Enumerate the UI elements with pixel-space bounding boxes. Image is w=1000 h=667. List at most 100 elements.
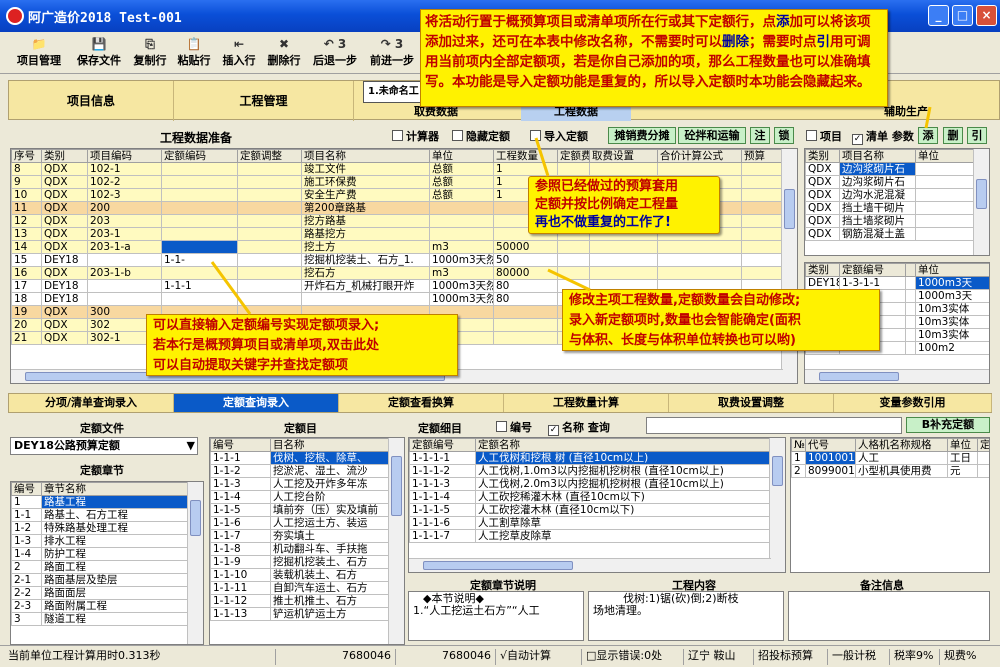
table-cell[interactable]: 102-3	[87, 188, 162, 202]
table-cell[interactable]: DEY18	[805, 276, 840, 290]
table-cell[interactable]: 隧道工程	[41, 612, 190, 626]
table-cell[interactable]: 路基挖方	[301, 227, 430, 241]
table-cell[interactable]: 13	[11, 227, 42, 241]
note-button[interactable]: 注	[750, 127, 770, 144]
table-cell[interactable]	[741, 162, 784, 176]
table-cell[interactable]: 10m3实体	[915, 302, 989, 316]
table-row[interactable]: 14 QDX 203-1-a 挖土方 m3 50000	[11, 240, 784, 254]
table-cell[interactable]: QDX	[805, 201, 840, 215]
table-cell[interactable]: 边沟浆砌片石	[839, 162, 916, 176]
table-cell[interactable]: 2-2	[11, 586, 42, 600]
table-cell[interactable]: 16	[11, 266, 42, 280]
table-cell[interactable]: 1	[791, 451, 806, 465]
redo-button[interactable]: ↷ 3 前进一步	[364, 36, 420, 72]
table-cell[interactable]	[237, 279, 302, 293]
table-row[interactable]: 1-1-1-7 人工挖草皮除草	[409, 529, 772, 543]
tab-variable-ref[interactable]: 变量参数引用	[834, 394, 992, 412]
table-cell[interactable]: 排水工程	[41, 534, 190, 548]
table-row[interactable]: 1-1-10 装载机装土、石方	[210, 568, 391, 582]
table-cell[interactable]: 钢筋混凝土盖	[839, 227, 916, 241]
table-cell[interactable]: 装载机装土、石方	[270, 568, 391, 582]
table-cell[interactable]: 挡土墙浆砌片	[839, 214, 916, 228]
table-cell[interactable]: 1	[11, 495, 42, 509]
table-cell[interactable]	[161, 175, 238, 189]
table-row[interactable]: DEY18 1-3-1-1 1000m3天	[805, 276, 989, 290]
table-cell[interactable]: 12	[11, 214, 42, 228]
table-cell[interactable]: 1-1-1-4	[409, 490, 476, 504]
table-row[interactable]: 15 DEY18 1-1- 挖掘机挖装土、石方_1. 1000m3天然 50	[11, 253, 784, 267]
table-row[interactable]: 2 路面工程	[11, 560, 190, 574]
table-row[interactable]: 8 QDX 102-1 竣工文件 总额 1	[11, 162, 784, 176]
table-cell[interactable]: 1000m3天	[915, 289, 989, 303]
table-cell[interactable]: 80000	[493, 266, 558, 280]
table-cell[interactable]: 2-3	[11, 599, 42, 613]
table-cell[interactable]: 203	[87, 214, 162, 228]
checkbox-checked[interactable]: ✓	[852, 134, 863, 145]
table-cell[interactable]	[429, 227, 494, 241]
quota-detail-scrollbar[interactable]	[769, 438, 785, 572]
table-cell[interactable]: 机动翻斗车、手扶拖	[270, 542, 391, 556]
quota-file-select[interactable]: DEY18公路预算定额 ▼	[10, 437, 198, 455]
tab-engineering-manage[interactable]: 工程管理	[174, 81, 354, 121]
table-cell[interactable]	[915, 201, 976, 215]
table-cell[interactable]: 2	[11, 560, 42, 574]
table-cell[interactable]: 1-2	[11, 521, 42, 535]
table-cell[interactable]: 1-1-1	[161, 279, 238, 293]
table-cell[interactable]	[161, 266, 238, 280]
status-show-errors[interactable]: □显示错误:0处	[582, 649, 684, 665]
table-cell[interactable]	[237, 214, 302, 228]
table-cell[interactable]	[161, 188, 238, 202]
project-manage-button[interactable]: 📁 项目管理	[10, 36, 68, 72]
table-row[interactable]: QDX 边沟浆砌片石	[805, 162, 976, 176]
insert-row-button[interactable]: ⇤ 插入行	[217, 36, 261, 72]
table-row[interactable]: 1-1-1-2 人工伐树,1.0m3以内挖掘机挖树根 (直径10cm以上)	[409, 464, 772, 478]
table-cell[interactable]: 1-1-7	[210, 529, 271, 543]
table-row[interactable]: 1-1-1-4 人工砍挖稀灌木林 (直径10cm以下)	[409, 490, 772, 504]
table-cell[interactable]: QDX	[41, 240, 88, 254]
chapter-scrollbar[interactable]	[187, 482, 203, 644]
table-cell[interactable]: 总额	[429, 162, 494, 176]
table-cell[interactable]: DEY18	[41, 253, 88, 267]
table-cell[interactable]: m3	[429, 266, 494, 280]
table-cell[interactable]	[657, 162, 742, 176]
project-check[interactable]: 项目	[806, 128, 842, 144]
table-cell[interactable]	[161, 240, 238, 254]
table-row[interactable]: QDX 边沟水泥混凝	[805, 188, 976, 202]
table-row[interactable]: 1 路基工程	[11, 495, 190, 509]
table-cell[interactable]	[741, 201, 784, 215]
table-cell[interactable]	[657, 253, 742, 267]
table-cell[interactable]: 挖方路基	[301, 214, 430, 228]
table-cell[interactable]: 工日	[947, 451, 978, 465]
table-cell[interactable]: QDX	[41, 305, 88, 319]
table-cell[interactable]: QDX	[41, 201, 88, 215]
table-cell[interactable]: 路基工程	[41, 495, 190, 509]
quota-dir-scrollbar[interactable]	[388, 438, 404, 644]
table-cell[interactable]	[915, 162, 976, 176]
table-cell[interactable]: 竣工文件	[301, 162, 430, 176]
table-cell[interactable]: DEY18	[41, 279, 88, 293]
table-cell[interactable]: 伐树、挖根、除草、	[270, 451, 391, 465]
name-check[interactable]: ✓ 名称 查询	[548, 419, 610, 436]
table-cell[interactable]: 防护工程	[41, 547, 190, 561]
table-cell[interactable]	[161, 214, 238, 228]
table-row[interactable]: 1-4 防护工程	[11, 547, 190, 561]
table-cell[interactable]	[657, 266, 742, 280]
tab-quantity-calc[interactable]: 工程数量计算	[504, 394, 669, 412]
table-cell[interactable]: QDX	[41, 188, 88, 202]
table-cell[interactable]: QDX	[805, 227, 840, 241]
delete-item-button[interactable]: 删	[943, 127, 963, 144]
table-cell[interactable]: 人工挖及开炸多年冻	[270, 477, 391, 491]
tab-quota-convert[interactable]: 定额查看换算	[339, 394, 504, 412]
table-cell[interactable]: 1-1-5	[210, 503, 271, 517]
table-cell[interactable]	[905, 341, 916, 355]
table-cell[interactable]: 100m2	[915, 341, 989, 355]
quota-search-input[interactable]	[646, 417, 902, 434]
table-row[interactable]: 1-1-5 填前夯（压）实及填前	[210, 503, 391, 517]
table-cell[interactable]	[161, 162, 238, 176]
table-cell[interactable]: QDX	[41, 318, 88, 332]
table-cell[interactable]: 人工挖草皮除草	[475, 529, 772, 543]
add-supplement-quota-button[interactable]: B补充定额	[906, 417, 990, 433]
quota-detail-hscrollbar[interactable]	[409, 558, 771, 572]
table-cell[interactable]	[915, 175, 976, 189]
table-cell[interactable]: QDX	[41, 162, 88, 176]
